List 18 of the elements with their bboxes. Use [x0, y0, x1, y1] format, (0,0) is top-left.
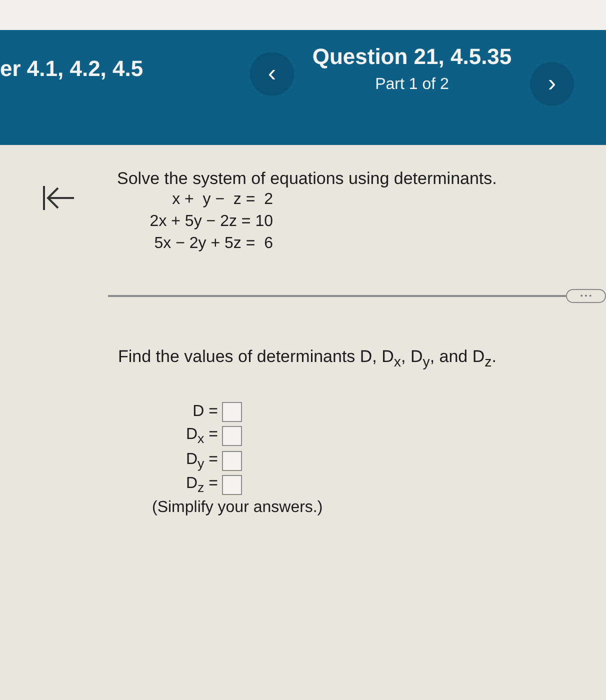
instruction-text: Solve the system of equations using determinants. [117, 169, 497, 189]
answer-field[interactable] [222, 474, 242, 495]
section-title: er 4.1, 4.2, 4.5 [0, 56, 144, 82]
back-to-start-icon[interactable] [42, 185, 76, 211]
part-label: Part 1 of 2 [375, 76, 449, 94]
note-text: (Simplify your answers.) [152, 498, 324, 517]
equation: 2x + 5y − 2z = 10 [149, 212, 273, 232]
question-title: Question 21, 4.5.35 [312, 44, 512, 70]
answer-label: D$_{z}$ = [186, 474, 218, 492]
equation: x + y − z = 2 [171, 190, 273, 210]
answer-label: D = [192, 403, 218, 420]
next-button[interactable]: › [530, 62, 574, 106]
answer-field[interactable] [222, 402, 242, 422]
previous-button[interactable]: ‹ [250, 52, 294, 96]
answer-label: D$_{x}$ = [186, 426, 218, 444]
equation: 5x − 2y + 5z = 6 [153, 234, 273, 254]
answer-field[interactable] [222, 450, 242, 471]
answer-field[interactable] [222, 426, 242, 446]
